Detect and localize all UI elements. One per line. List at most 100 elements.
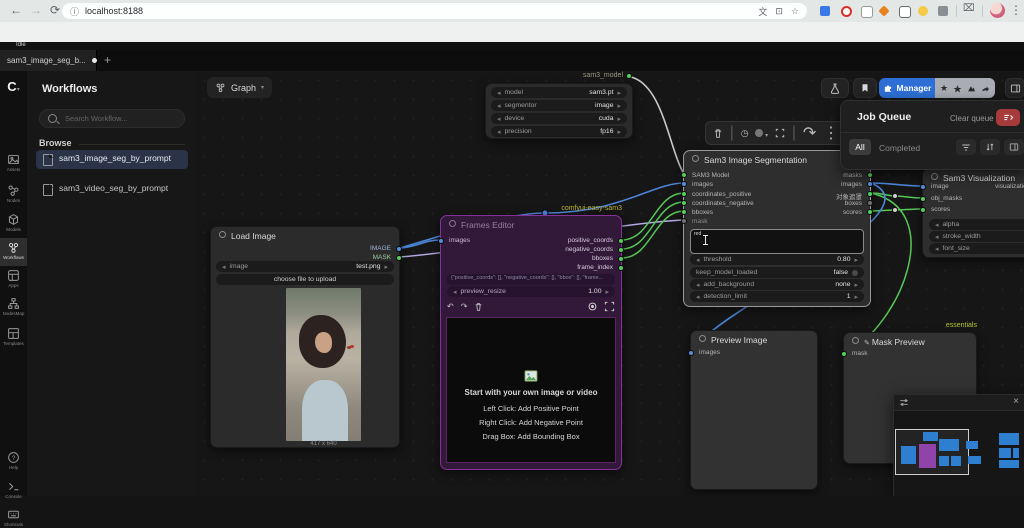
left-arrow-icon[interactable] bbox=[222, 263, 230, 271]
sidebar-item-templates[interactable]: Templates bbox=[0, 327, 27, 347]
coords-json-preview[interactable]: {"positive_coords": [], "negative_coords… bbox=[447, 274, 615, 285]
obj-mask-output-port[interactable] bbox=[867, 191, 873, 197]
trash-icon[interactable] bbox=[474, 302, 483, 312]
negative-coords-output-port[interactable] bbox=[618, 247, 624, 253]
extension-card-icon[interactable] bbox=[861, 6, 873, 18]
bboxes-output-port[interactable] bbox=[618, 256, 624, 262]
minimap-panel[interactable]: × bbox=[893, 394, 1024, 496]
star-icon[interactable]: ★ bbox=[940, 83, 948, 94]
collapse-dot-icon[interactable] bbox=[449, 220, 456, 227]
undo-icon[interactable]: ↶ bbox=[447, 302, 454, 312]
bboxes-input-port[interactable] bbox=[681, 209, 687, 215]
obj-masks-input-port[interactable] bbox=[920, 196, 926, 202]
node-color-picker[interactable]: ▾ bbox=[755, 124, 768, 142]
node-sam3-visualization[interactable]: Sam3 Visualization image obj_masks score… bbox=[920, 168, 1024, 258]
new-tab-button[interactable]: + bbox=[104, 53, 111, 67]
reload-icon[interactable]: ⟳ bbox=[50, 3, 60, 17]
images-input-port[interactable] bbox=[681, 181, 687, 187]
run-branch-icon[interactable]: ↷ bbox=[803, 123, 816, 143]
workflow-item-sam3-video[interactable]: sam3_video_seg_by_prompt bbox=[36, 180, 188, 199]
bookmark-toggle-button[interactable] bbox=[853, 78, 877, 98]
workflow-tab[interactable]: sam3_image_seg_b... bbox=[0, 50, 97, 71]
node-frames-editor[interactable]: Frames Editor images positive_coords neg… bbox=[438, 215, 624, 470]
breadcrumb[interactable]: Graph ▾ bbox=[207, 77, 273, 98]
sidebar-item-models[interactable]: Models bbox=[0, 213, 27, 233]
sidebar-item-workflows[interactable]: Workflows bbox=[0, 241, 27, 261]
lab-mode-button[interactable] bbox=[821, 78, 849, 98]
tab-all[interactable]: All bbox=[849, 139, 871, 155]
extension-yellow-icon[interactable] bbox=[918, 6, 928, 16]
extension-notes-icon[interactable] bbox=[899, 6, 911, 18]
left-arrow-icon[interactable] bbox=[497, 115, 505, 123]
browser-tools-icon[interactable]: ⌧ bbox=[963, 3, 975, 14]
share-icon[interactable] bbox=[981, 84, 990, 93]
node-sam3-image-segmentation[interactable]: Sam3 Image Segmentation SAM3 Model image… bbox=[681, 150, 873, 307]
extension-red-ring-icon[interactable] bbox=[841, 6, 852, 17]
positive-coords-output-port[interactable] bbox=[618, 238, 624, 244]
more-options-icon[interactable]: ⋮ bbox=[823, 123, 839, 143]
mountain-icon[interactable] bbox=[967, 84, 976, 93]
filter-button[interactable] bbox=[956, 139, 976, 155]
toggle-widget[interactable]: keep_model_loaded false bbox=[690, 267, 864, 278]
manager-button[interactable]: Manager bbox=[879, 78, 935, 98]
right-arrow-icon[interactable] bbox=[613, 102, 621, 110]
mask-output-port[interactable] bbox=[396, 255, 402, 261]
search-input[interactable] bbox=[63, 113, 176, 124]
expand-queue-button[interactable] bbox=[1004, 139, 1024, 155]
url-bar[interactable]: ⓘ localhost:8188 文 ⊡ ☆ bbox=[62, 3, 807, 19]
coordinates-negative-input-port[interactable] bbox=[681, 200, 687, 206]
right-arrow-icon[interactable] bbox=[613, 115, 621, 123]
left-arrow-icon[interactable] bbox=[935, 245, 943, 253]
frame-nodes-icon[interactable] bbox=[775, 128, 785, 138]
metamask-icon[interactable] bbox=[878, 5, 890, 17]
images-input-port[interactable] bbox=[688, 350, 694, 356]
left-arrow-icon[interactable] bbox=[453, 288, 461, 296]
workflow-item-sam3-image[interactable]: sam3_image_seg_by_prompt bbox=[36, 150, 188, 169]
redo-icon[interactable]: ↷ bbox=[461, 302, 468, 312]
left-arrow-icon[interactable] bbox=[497, 89, 505, 97]
site-info-icon[interactable]: ⓘ bbox=[70, 5, 79, 18]
sam3-model-input-port[interactable] bbox=[681, 172, 687, 178]
left-arrow-icon[interactable] bbox=[696, 256, 704, 264]
points-editor-canvas[interactable]: Start with your own image or video Left … bbox=[446, 317, 616, 463]
target-icon[interactable] bbox=[587, 301, 598, 312]
workflow-search[interactable] bbox=[39, 109, 185, 128]
masks-output-port[interactable] bbox=[867, 172, 873, 178]
right-arrow-icon[interactable] bbox=[850, 256, 858, 264]
toggle-right-panel-button[interactable] bbox=[1005, 78, 1024, 98]
node-sam3-model[interactable]: model sam3.pt segmentor image device cuda p… bbox=[485, 83, 633, 139]
left-arrow-icon[interactable] bbox=[935, 233, 943, 241]
right-arrow-icon[interactable] bbox=[613, 128, 621, 136]
mask-input-port[interactable] bbox=[681, 218, 687, 224]
left-arrow-icon[interactable] bbox=[935, 221, 943, 229]
back-icon[interactable]: ← bbox=[10, 3, 22, 17]
left-arrow-icon[interactable] bbox=[696, 281, 704, 289]
collapse-dot-icon[interactable] bbox=[931, 173, 938, 180]
right-arrow-icon[interactable] bbox=[601, 288, 609, 296]
image-output-port[interactable] bbox=[396, 246, 402, 252]
extensions-puzzle-icon[interactable] bbox=[938, 6, 948, 16]
collapse-dot-icon[interactable] bbox=[852, 337, 859, 344]
sidebar-item-assets[interactable]: Assets bbox=[0, 153, 27, 173]
collapse-dot-icon[interactable] bbox=[692, 155, 699, 162]
collapse-dot-icon[interactable] bbox=[699, 335, 706, 342]
frame-index-output-port[interactable] bbox=[618, 265, 624, 271]
profile-avatar[interactable] bbox=[990, 3, 1005, 18]
scores-output-port[interactable] bbox=[867, 209, 873, 215]
boxes-output-port[interactable] bbox=[867, 200, 873, 206]
reading-list-icon[interactable]: ⊡ bbox=[775, 6, 783, 17]
right-arrow-icon[interactable] bbox=[850, 293, 858, 301]
right-arrow-icon[interactable] bbox=[613, 89, 621, 97]
sidebar-item-nodesmap[interactable]: NodesMap bbox=[0, 297, 27, 317]
extension-blue-icon[interactable] bbox=[820, 6, 830, 16]
image-input-port[interactable] bbox=[920, 184, 926, 190]
queue-run-button[interactable] bbox=[996, 109, 1020, 126]
right-arrow-icon[interactable] bbox=[850, 281, 858, 289]
mask-input-port[interactable] bbox=[841, 351, 847, 357]
sidebar-item-console[interactable]: Console bbox=[0, 480, 27, 500]
images-output-port[interactable] bbox=[867, 181, 873, 187]
sam3-model-output-port[interactable] bbox=[626, 73, 632, 79]
right-arrow-icon[interactable] bbox=[380, 263, 388, 271]
scores-input-port[interactable] bbox=[920, 207, 926, 213]
sidebar-item-nodes[interactable]: Nodes bbox=[0, 184, 27, 204]
